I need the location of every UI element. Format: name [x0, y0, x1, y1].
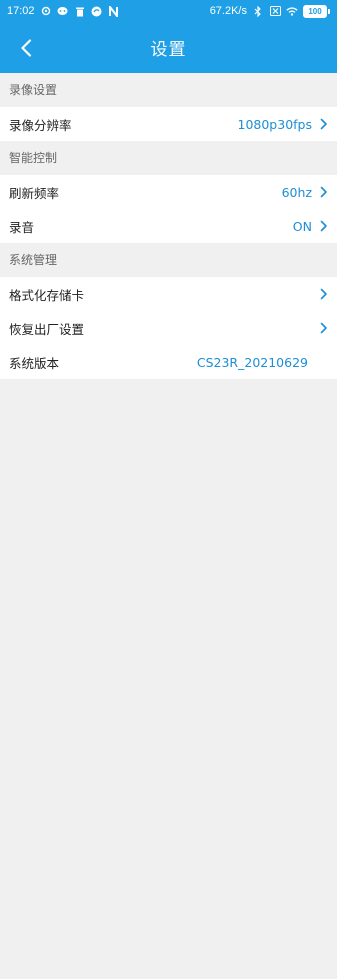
- message-icon: [57, 5, 69, 17]
- setting-row-format-sd-card[interactable]: 格式化存储卡: [0, 277, 337, 311]
- section-header-recording: 录像设置: [0, 73, 337, 107]
- row-right: 1080p30fps: [238, 117, 331, 132]
- battery-tip: [328, 8, 330, 14]
- chevron-right-icon: [320, 118, 330, 130]
- setting-row-refresh-rate[interactable]: 刷新频率 60hz: [0, 175, 337, 209]
- setting-row-system-version: 系统版本 CS23R_20210629: [0, 345, 337, 379]
- row-value: ON: [292, 218, 312, 234]
- chevron-right-icon: [320, 186, 330, 198]
- bluetooth-icon: [252, 5, 264, 17]
- chevron-right-icon: [320, 220, 330, 232]
- setting-row-resolution[interactable]: 录像分辨率 1080p30fps: [0, 107, 337, 141]
- header: 17:02 67.2K/s 100 设置: [0, 0, 337, 73]
- n-logo-icon: [108, 5, 120, 17]
- trash-icon: [74, 5, 86, 17]
- status-bar: 17:02 67.2K/s 100: [0, 0, 337, 22]
- wifi-icon: [286, 5, 298, 17]
- chevron-right-icon: [320, 322, 330, 334]
- row-label: 系统版本: [9, 355, 60, 371]
- row-right: ON: [293, 219, 330, 234]
- no-sim-icon: [269, 5, 281, 17]
- page-title: 设置: [150, 40, 187, 60]
- status-right: 67.2K/s 100: [209, 4, 330, 18]
- row-value: 60hz: [281, 184, 312, 200]
- row-label: 格式化存储卡: [9, 287, 85, 303]
- back-button[interactable]: [12, 34, 40, 62]
- empty-area: [0, 379, 337, 979]
- section-header-smart-control: 智能控制: [0, 141, 337, 175]
- section-header-system-management: 系统管理: [0, 243, 337, 277]
- notification-icon: [40, 5, 52, 17]
- row-right: [320, 322, 330, 334]
- status-left: 17:02: [7, 5, 120, 17]
- row-label: 恢复出厂设置: [9, 321, 85, 337]
- row-label: 录像分辨率: [9, 117, 72, 133]
- setting-row-factory-reset[interactable]: 恢复出厂设置: [0, 311, 337, 345]
- network-speed: 67.2K/s: [209, 5, 247, 17]
- row-right: CS23R_20210629: [197, 355, 308, 370]
- battery-indicator: 100: [303, 4, 330, 18]
- back-arrow-icon: [21, 39, 32, 57]
- battery-level: 100: [303, 4, 327, 18]
- row-label: 刷新频率: [9, 185, 60, 201]
- setting-row-audio-recording[interactable]: 录音 ON: [0, 209, 337, 243]
- chevron-right-icon: [320, 288, 330, 300]
- app-bar: 设置: [0, 22, 337, 73]
- row-label: 录音: [9, 219, 35, 235]
- row-value: 1080p30fps: [237, 116, 313, 132]
- row-value: CS23R_20210629: [196, 354, 308, 370]
- browser-icon: [91, 5, 103, 17]
- status-time: 17:02: [7, 5, 35, 17]
- row-right: 60hz: [282, 185, 330, 200]
- row-right: [320, 288, 330, 300]
